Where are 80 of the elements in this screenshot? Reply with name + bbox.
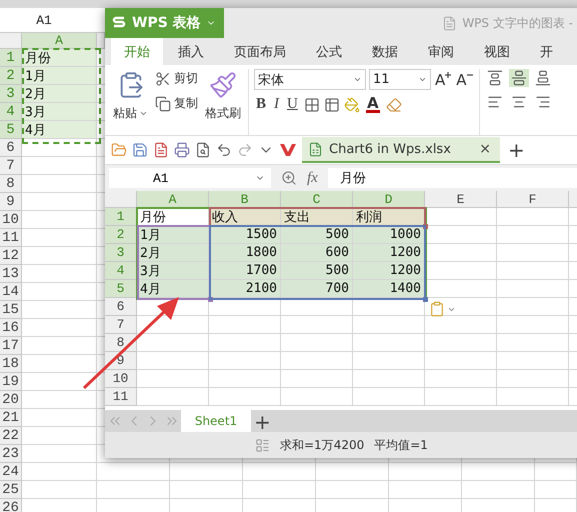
table-cell: 4月: [137, 280, 209, 298]
row-header[interactable]: 7: [105, 316, 137, 334]
document-tab[interactable]: Chart6 in Wps.xlsx ×: [302, 137, 500, 163]
formula-input[interactable]: 月份: [328, 168, 577, 188]
increase-font-button[interactable]: A: [434, 70, 452, 88]
row-header[interactable]: 23: [0, 445, 22, 463]
format-painter-button[interactable]: 格式刷: [203, 69, 243, 135]
table-cell: 1月: [22, 67, 97, 85]
decrease-font-button[interactable]: A: [455, 70, 474, 88]
ribbon-tab[interactable]: 开始: [111, 38, 163, 65]
table-cell: 1000: [353, 226, 425, 244]
table-cell: 500: [281, 226, 353, 244]
table-cell: 3月: [137, 262, 209, 280]
row-header[interactable]: 15: [0, 301, 22, 319]
ribbon-tab[interactable]: 页面布局: [219, 38, 301, 65]
paste-button[interactable]: 粘贴: [111, 69, 150, 135]
row-header[interactable]: 14: [0, 283, 22, 301]
column-header[interactable]: E: [425, 191, 497, 208]
table-cell: 月份: [22, 49, 97, 67]
close-tab-button[interactable]: ×: [476, 141, 494, 157]
font-color-button[interactable]: A: [364, 96, 382, 113]
row-header[interactable]: 13: [0, 265, 22, 283]
table-cell: 3月: [22, 103, 97, 121]
row-header[interactable]: 20: [0, 391, 22, 409]
table-cell: 1700: [209, 262, 281, 280]
row-header[interactable]: 25: [0, 481, 22, 499]
table-cell: 1200: [353, 244, 425, 262]
row-header[interactable]: 16: [0, 319, 22, 337]
table-cell: 1200: [353, 262, 425, 280]
ribbon-tab[interactable]: 公式: [301, 38, 357, 65]
row-header[interactable]: 7: [0, 157, 22, 175]
row-header[interactable]: 19: [0, 373, 22, 391]
ribbon-tab[interactable]: 视图: [469, 38, 525, 65]
row-header[interactable]: 21: [0, 409, 22, 427]
row-header[interactable]: 10: [0, 211, 22, 229]
table-cell: 2月: [137, 244, 209, 262]
window-title: WPS 文字中的图表 -: [462, 14, 573, 32]
ribbon-tab[interactable]: 审阅: [413, 38, 469, 65]
table-cell: 600: [281, 244, 353, 262]
name-box[interactable]: A1: [0, 12, 88, 28]
row-header[interactable]: 11: [0, 229, 22, 247]
row-header[interactable]: 17: [0, 337, 22, 355]
add-sheet-button[interactable]: +: [251, 410, 274, 432]
table-cell: 2月: [22, 85, 97, 103]
name-box[interactable]: A1: [109, 168, 271, 188]
row-header[interactable]: 10: [105, 370, 137, 388]
underline-button[interactable]: U: [285, 96, 300, 113]
ribbon-tab[interactable]: 插入: [163, 38, 219, 65]
function-button[interactable]: fx: [307, 170, 318, 186]
row-header[interactable]: 18: [0, 355, 22, 373]
table-cell: 500: [281, 262, 353, 280]
italic-button[interactable]: I: [272, 96, 282, 113]
row-header[interactable]: 24: [0, 463, 22, 481]
row-header[interactable]: 11: [105, 388, 137, 406]
bold-button[interactable]: B: [254, 96, 268, 113]
table-cell: 2100: [209, 280, 281, 298]
sheet-tab[interactable]: Sheet1: [181, 410, 251, 432]
row-header[interactable]: 6: [0, 139, 22, 157]
font-size-dropdown[interactable]: 11: [369, 69, 431, 90]
table-cell: 1400: [353, 280, 425, 298]
column-header[interactable]: F: [497, 191, 569, 208]
status-text: 求和=1万4200: [280, 436, 364, 454]
copy-button[interactable]: 复制: [153, 94, 200, 113]
table-cell: 1500: [209, 226, 281, 244]
table-cell: 1月: [137, 226, 209, 244]
row-header[interactable]: 22: [0, 427, 22, 445]
row-header[interactable]: 6: [105, 298, 137, 316]
row-header[interactable]: 9: [0, 193, 22, 211]
table-cell: 4月: [22, 121, 97, 139]
table-cell: 700: [281, 280, 353, 298]
status-text: 平均值=1: [374, 436, 428, 454]
new-tab-button[interactable]: +: [505, 138, 528, 162]
row-header[interactable]: 26: [0, 499, 22, 512]
table-cell: 1800: [209, 244, 281, 262]
row-header[interactable]: 12: [0, 247, 22, 265]
cut-button[interactable]: 剪切: [153, 69, 200, 88]
font-name-dropdown[interactable]: 宋体: [254, 69, 366, 90]
ribbon-tab[interactable]: 数据: [357, 38, 413, 65]
ribbon-tab[interactable]: 开: [525, 38, 568, 65]
row-header[interactable]: 8: [0, 175, 22, 193]
